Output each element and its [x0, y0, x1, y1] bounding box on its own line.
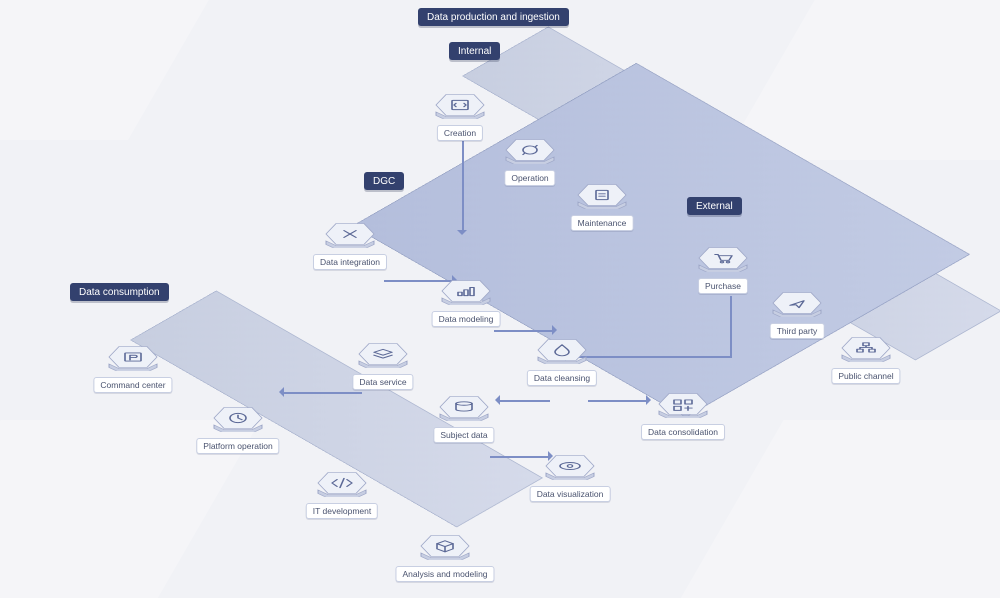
label-public-channel: Public channel [831, 368, 900, 384]
operation-icon [502, 136, 558, 164]
consolidation-icon [655, 390, 711, 418]
badge-external: External [687, 197, 742, 215]
modeling-icon [438, 277, 494, 305]
label-analysis-modeling: Analysis and modeling [395, 566, 494, 582]
flow-external-dgc-v [730, 296, 732, 356]
badge-production: Data production and ingestion [418, 8, 569, 26]
label-command-center: Command center [93, 377, 172, 393]
third-party-icon [769, 289, 825, 317]
label-data-service: Data service [352, 374, 413, 390]
label-data-cleansing: Data cleansing [527, 370, 597, 386]
badge-consumption: Data consumption [70, 283, 169, 301]
label-creation: Creation [437, 125, 483, 141]
label-maintenance: Maintenance [571, 215, 634, 231]
flow-clean-subj [498, 400, 550, 402]
flow-subj-viz [490, 456, 550, 458]
maintenance-icon [574, 181, 630, 209]
label-data-modeling: Data modeling [432, 311, 501, 327]
analysis-icon [417, 532, 473, 560]
flow-model-clean [494, 330, 554, 332]
label-purchase: Purchase [698, 278, 748, 294]
label-third-party: Third party [770, 323, 825, 339]
flow-service-consumption [282, 392, 362, 394]
platform-operation-icon [210, 404, 266, 432]
command-center-icon [105, 343, 161, 371]
label-data-consolidation: Data consolidation [641, 424, 725, 440]
public-channel-icon [838, 334, 894, 362]
visualization-icon [542, 452, 598, 480]
flow-internal-dgc [462, 132, 464, 232]
badge-internal: Internal [449, 42, 500, 60]
subject-icon [436, 393, 492, 421]
purchase-icon [695, 244, 751, 272]
label-it-development: IT development [306, 503, 378, 519]
label-data-visualization: Data visualization [530, 486, 611, 502]
creation-icon [432, 91, 488, 119]
label-data-integration: Data integration [313, 254, 387, 270]
diagram-canvas: { "sections": { "production": {"title": … [0, 0, 1000, 598]
cleansing-icon [534, 336, 590, 364]
label-operation: Operation [504, 170, 555, 186]
integration-icon [322, 220, 378, 248]
it-dev-icon [314, 469, 370, 497]
service-icon [355, 340, 411, 368]
label-platform-operation: Platform operation [196, 438, 279, 454]
flow-clean-cons [588, 400, 648, 402]
badge-dgc: DGC [364, 172, 404, 190]
label-subject-data: Subject data [433, 427, 494, 443]
